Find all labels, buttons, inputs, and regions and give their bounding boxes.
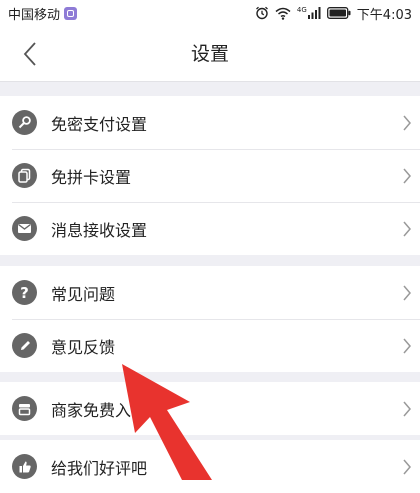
pencil-icon: [12, 333, 37, 358]
chevron-right-icon: [403, 338, 411, 353]
settings-group-rate: 给我们好评吧: [0, 440, 420, 493]
carrier-app-icon: [64, 6, 78, 20]
chevron-right-icon: [403, 285, 411, 300]
store-icon: [12, 396, 37, 421]
settings-group-merchant: 商家免费入: [0, 382, 420, 435]
page-title: 设置: [190, 43, 229, 65]
settings-group-payment: 免密支付设置 免拼卡设置 消息接收设置: [0, 96, 420, 255]
chevron-right-icon: [403, 401, 411, 416]
wifi-icon: [275, 7, 291, 20]
battery-icon: [326, 7, 351, 19]
cell-signal-icon: 4G: [297, 7, 321, 19]
settings-item-merchant-join[interactable]: 商家免费入: [0, 382, 420, 435]
mail-icon: [12, 216, 37, 241]
alarm-icon: [255, 6, 268, 20]
question-icon: ?: [12, 280, 37, 305]
settings-item-label: 免密支付设置: [51, 114, 148, 134]
settings-item-feedback[interactable]: 意见反馈: [0, 319, 420, 372]
settings-item-faq[interactable]: ? 常见问题: [0, 266, 420, 319]
chevron-right-icon: [403, 115, 411, 130]
settings-item-password-free-pay[interactable]: 免密支付设置: [0, 96, 420, 149]
thumbs-up-icon: [12, 454, 37, 479]
settings-item-message-receive[interactable]: 消息接收设置: [0, 202, 420, 255]
network-type: 4G: [296, 6, 307, 14]
chevron-right-icon: [403, 459, 411, 474]
settings-item-label: 商家免费入: [51, 400, 132, 420]
settings-item-group-card[interactable]: 免拼卡设置: [0, 149, 420, 202]
carrier-info: 中国移动: [8, 4, 78, 23]
nav-bar: 设置: [0, 26, 420, 82]
chevron-right-icon: [403, 168, 411, 183]
carrier-name: 中国移动: [8, 7, 61, 23]
settings-item-label: 意见反馈: [51, 337, 116, 357]
status-indicators: 4G 下午4:03: [255, 4, 412, 23]
settings-item-label: 免拼卡设置: [51, 167, 132, 187]
settings-item-rate-us[interactable]: 给我们好评吧: [0, 440, 420, 493]
settings-group-help: ? 常见问题 意见反馈: [0, 266, 420, 372]
status-bar: 中国移动 4G 下午4:03: [0, 0, 420, 26]
clock: 下午4:03: [356, 7, 412, 23]
card-icon: [12, 163, 37, 188]
key-icon: [12, 110, 37, 135]
settings-item-label: 消息接收设置: [51, 220, 148, 240]
settings-item-label: 常见问题: [51, 284, 116, 304]
settings-item-label: 给我们好评吧: [51, 458, 148, 478]
chevron-right-icon: [403, 221, 411, 236]
